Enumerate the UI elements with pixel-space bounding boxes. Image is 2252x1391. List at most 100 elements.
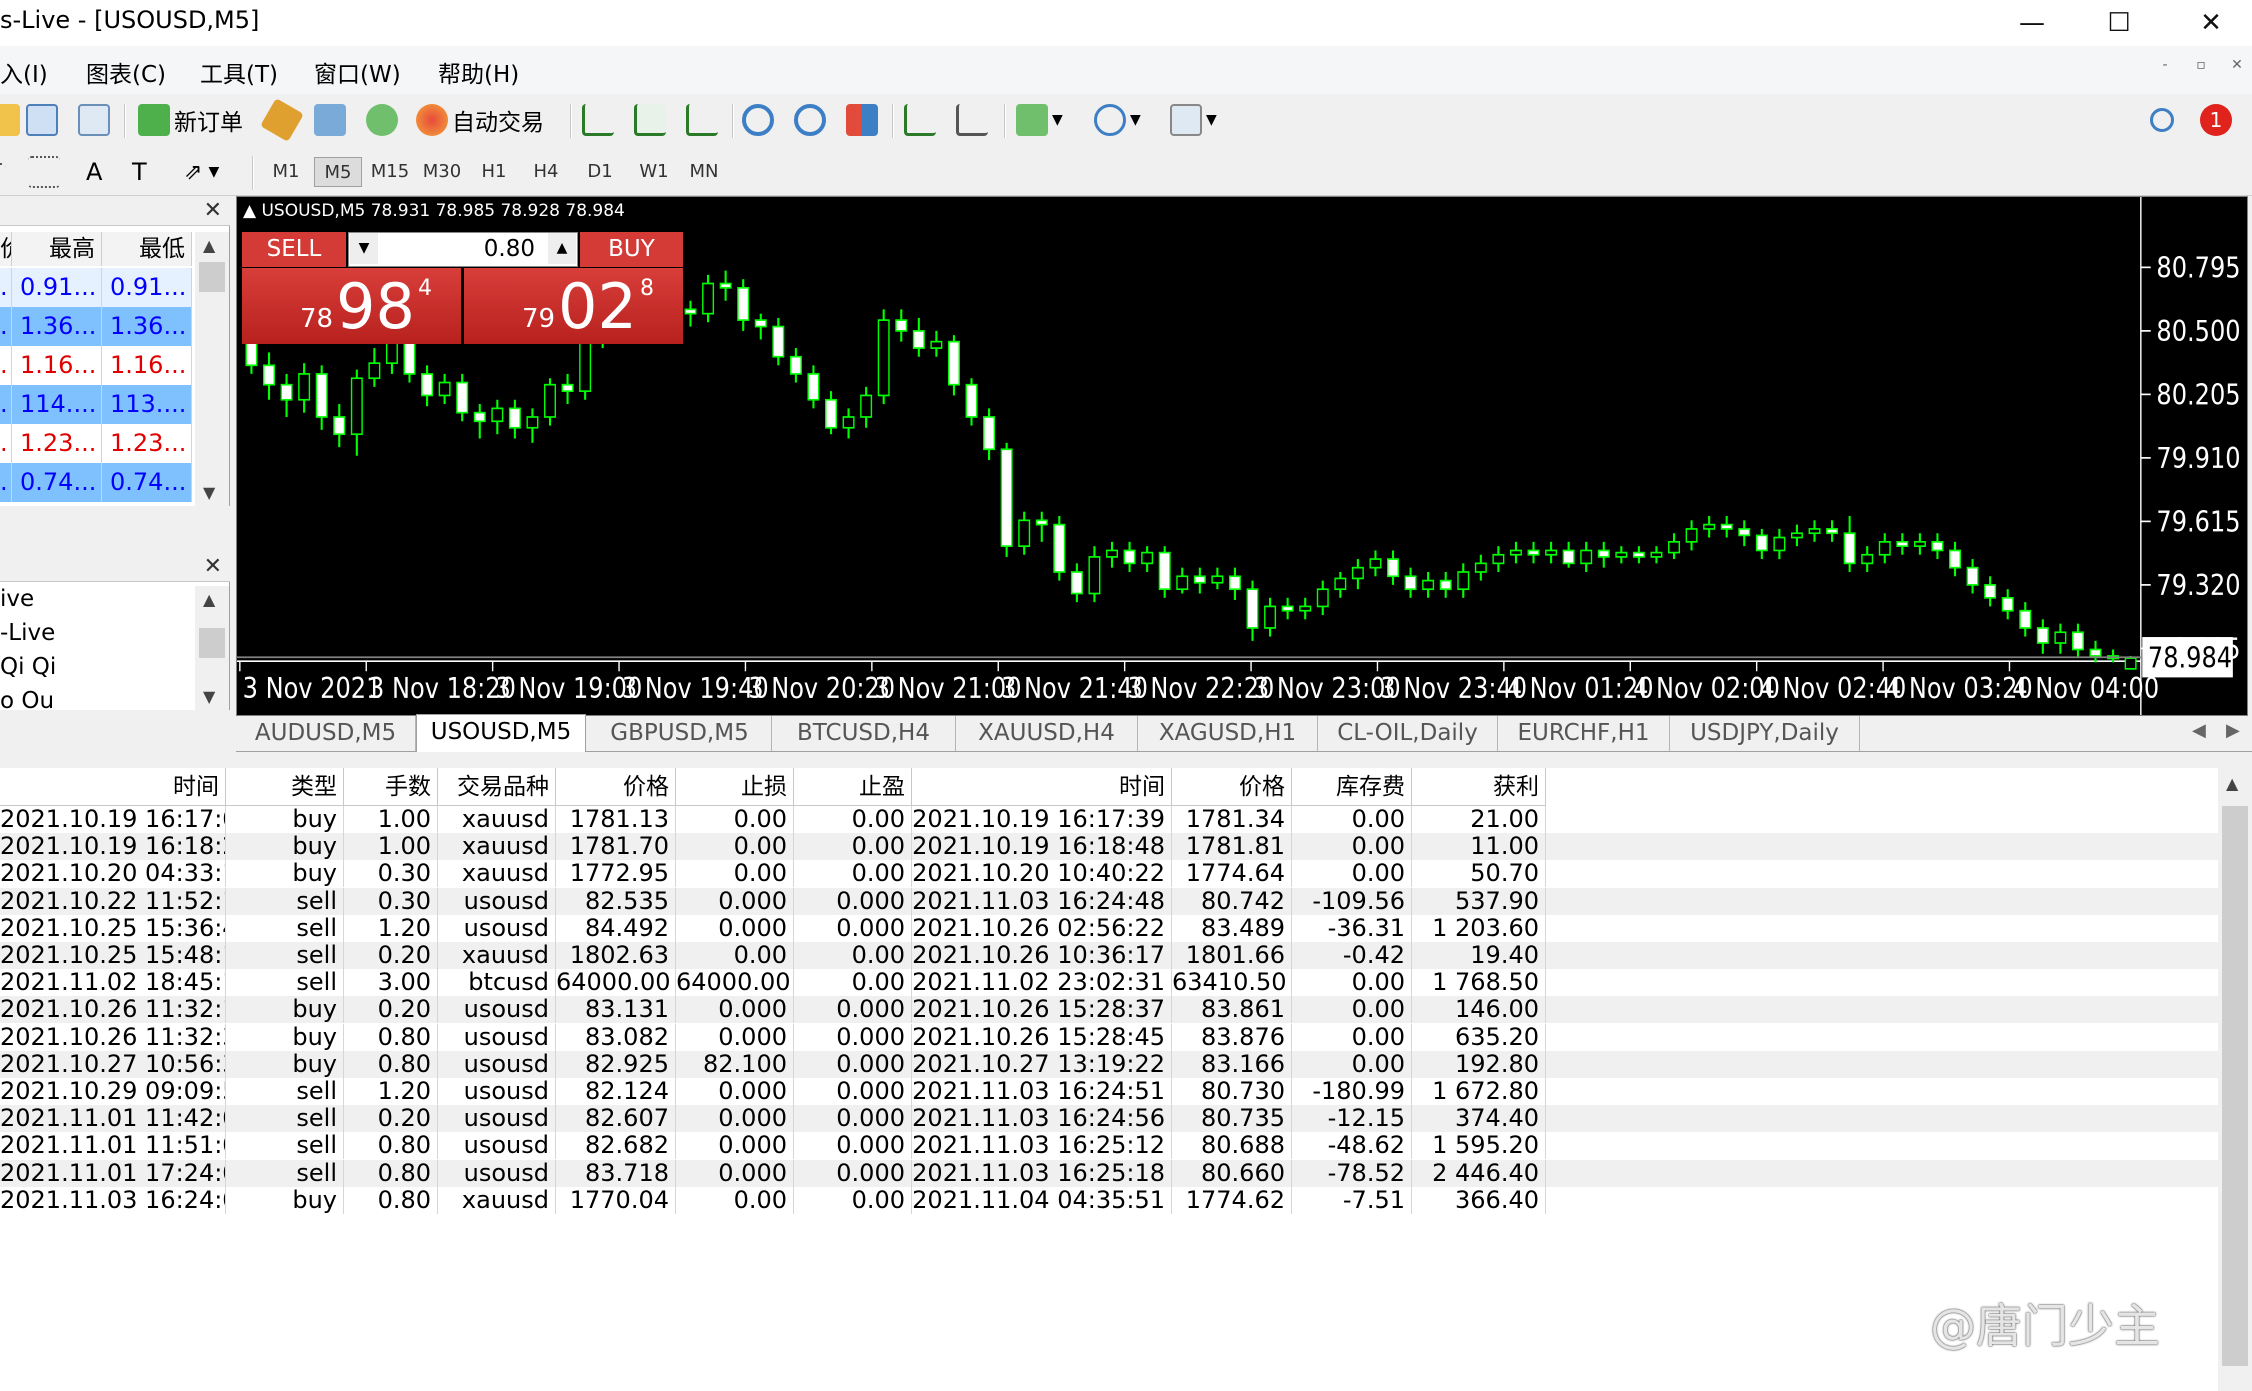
column-header[interactable]: 价格 xyxy=(1172,768,1292,806)
column-header[interactable]: 交易品种 xyxy=(438,768,556,806)
timeframe-m30[interactable]: M30 xyxy=(418,157,466,187)
hline-icon[interactable] xyxy=(0,154,10,190)
data-window-icon[interactable] xyxy=(78,102,114,138)
auto-trading-button[interactable]: 自动交易 xyxy=(416,102,544,138)
buy-button[interactable]: BUY xyxy=(580,232,683,267)
table-row[interactable]: 2021.10.20 04:33:10buy0.30xauusd1772.950… xyxy=(0,860,2218,888)
fibonacci-icon[interactable] xyxy=(28,154,64,190)
timeframe-m15[interactable]: M15 xyxy=(366,157,414,187)
timeframe-m5[interactable]: M5 xyxy=(314,157,362,187)
templates-dropdown[interactable]: ▼ xyxy=(1170,102,1217,138)
menu-help[interactable]: 帮助(H) xyxy=(438,55,519,89)
price-chart[interactable]: 80.79580.50080.20579.91079.61579.32079.0… xyxy=(236,196,2248,716)
table-row[interactable]: 2021.10.27 10:56:39buy0.80usousd82.92582… xyxy=(0,1050,2218,1078)
scroll-thumb[interactable] xyxy=(199,262,225,292)
market-watch-row[interactable]: . 0.91... 0.91... xyxy=(0,268,192,307)
scroll-down-icon[interactable]: ▼ xyxy=(203,483,215,502)
scroll-up-icon[interactable]: ▲ xyxy=(203,590,215,609)
chart-tab[interactable]: BTCUSD,H4 xyxy=(772,716,956,751)
menu-insert[interactable]: 入(I) xyxy=(0,55,48,89)
sell-button[interactable]: SELL xyxy=(242,232,346,267)
column-header[interactable]: 类型 xyxy=(226,768,344,806)
autoscroll-icon[interactable] xyxy=(956,102,992,138)
table-row[interactable]: 2021.11.01 11:42:04sell0.20usousd82.6070… xyxy=(0,1105,2218,1133)
nav-account-item[interactable]: ive xyxy=(0,586,34,612)
search-icon[interactable] xyxy=(2150,102,2178,138)
mdi-restore-button[interactable]: ▫ xyxy=(2186,57,2216,83)
table-row[interactable]: 2021.11.01 11:51:03sell0.80usousd82.6820… xyxy=(0,1132,2218,1160)
close-window-button[interactable]: ✕ xyxy=(2165,0,2252,46)
indicators-dropdown[interactable]: ▼ xyxy=(1016,102,1063,138)
table-row[interactable]: 2021.11.03 16:24:09buy0.80xauusd1770.040… xyxy=(0,1186,2218,1214)
scroll-thumb[interactable] xyxy=(199,628,225,658)
chart-tab[interactable]: CL-OIL,Daily xyxy=(1318,716,1498,751)
chart-shift-icon[interactable] xyxy=(904,102,940,138)
timeframe-h1[interactable]: H1 xyxy=(470,157,518,187)
terminal-icon[interactable] xyxy=(314,102,350,138)
table-row[interactable]: 2021.10.25 15:48:13sell0.20xauusd1802.63… xyxy=(0,942,2218,969)
new-chart-icon[interactable] xyxy=(0,102,24,138)
close-panel-button[interactable]: ✕ xyxy=(204,554,222,579)
close-panel-button[interactable]: ✕ xyxy=(204,198,222,223)
chart-tab[interactable]: XAUUSD,H4 xyxy=(956,716,1138,751)
chart-tab[interactable]: EURCHF,H1 xyxy=(1498,716,1670,751)
table-row[interactable]: 2021.10.19 16:17:07buy1.00xauusd1781.130… xyxy=(0,806,2218,833)
table-scrollbar[interactable]: ▲ xyxy=(2218,768,2252,1391)
chart-tab[interactable]: AUDUSD,M5 xyxy=(236,716,416,751)
market-watch-row[interactable]: . 1.23... 1.23... xyxy=(0,424,192,463)
chart-tab[interactable]: XAGUSD,H1 xyxy=(1138,716,1318,751)
column-header[interactable]: 价格 xyxy=(556,768,676,806)
column-header[interactable]: 止盈 xyxy=(794,768,912,806)
scroll-thumb[interactable] xyxy=(2222,806,2248,1366)
arrows-dropdown[interactable]: ⇗ ▼ xyxy=(184,154,219,190)
timeframe-w1[interactable]: W1 xyxy=(630,157,678,187)
table-row[interactable]: 2021.10.29 09:09:50sell1.20usousd82.1240… xyxy=(0,1078,2218,1105)
market-watch-row[interactable]: . 0.74... 0.74... xyxy=(0,463,192,502)
menu-window[interactable]: 窗口(W) xyxy=(314,55,401,89)
zoom-out-icon[interactable] xyxy=(794,102,830,138)
market-watch-scrollbar[interactable]: ▲ ▼ xyxy=(195,232,229,506)
metaeditor-icon[interactable] xyxy=(260,98,304,142)
scroll-down-icon[interactable]: ▼ xyxy=(203,687,215,706)
sell-price-box[interactable]: 78 98 4 xyxy=(242,268,461,344)
table-row[interactable]: 2021.10.22 11:52:14sell0.30usousd82.5350… xyxy=(0,887,2218,915)
minimize-button[interactable]: — xyxy=(1986,0,2078,46)
notifications-button[interactable]: 1 xyxy=(2200,102,2232,138)
menu-tools[interactable]: 工具(T) xyxy=(200,55,278,89)
navigator-scrollbar[interactable]: ▲ ▼ xyxy=(195,586,229,710)
table-row[interactable]: 2021.11.02 18:45:13sell3.00btcusd64000.0… xyxy=(0,969,2218,997)
column-header[interactable]: 时间 xyxy=(912,768,1172,806)
scroll-up-icon[interactable]: ▲ xyxy=(203,236,215,255)
periods-dropdown[interactable]: ▼ xyxy=(1094,102,1141,138)
table-row[interactable]: 2021.10.26 11:32:30buy0.80usousd83.0820.… xyxy=(0,1023,2218,1051)
column-header[interactable]: 手数 xyxy=(344,768,438,806)
timeframe-h4[interactable]: H4 xyxy=(522,157,570,187)
mw-col-price[interactable]: 价 xyxy=(0,232,12,266)
column-header[interactable]: 止损 xyxy=(676,768,794,806)
text-label-icon[interactable]: T xyxy=(132,154,147,190)
tile-windows-icon[interactable] xyxy=(846,102,882,138)
buy-price-box[interactable]: 79 02 8 xyxy=(464,268,683,344)
timeframe-mn[interactable]: MN xyxy=(680,157,728,187)
timeframe-d1[interactable]: D1 xyxy=(576,157,624,187)
candlestick-icon[interactable] xyxy=(634,102,670,138)
chart-tab-active[interactable]: USOUSD,M5 xyxy=(416,714,586,752)
line-chart-icon[interactable] xyxy=(686,102,722,138)
mdi-close-button[interactable]: ✕ xyxy=(2222,57,2252,83)
tabs-scroll-left-icon[interactable]: ◀ xyxy=(2192,720,2206,741)
strategy-tester-icon[interactable] xyxy=(366,102,402,138)
mw-col-low[interactable]: 最低 xyxy=(102,232,192,266)
nav-account-item[interactable]: o Ou xyxy=(0,688,54,710)
zoom-in-icon[interactable] xyxy=(742,102,778,138)
market-watch-icon[interactable] xyxy=(26,102,62,138)
bar-chart-icon[interactable] xyxy=(582,102,618,138)
mw-col-high[interactable]: 最高 xyxy=(12,232,102,266)
text-icon[interactable]: A xyxy=(86,154,102,190)
nav-account-item[interactable]: Qi Qi xyxy=(0,654,56,680)
menu-charts[interactable]: 图表(C) xyxy=(86,55,166,89)
lot-size-input[interactable]: 0.80 xyxy=(348,232,578,267)
lot-decrease-button[interactable]: ▼ xyxy=(350,233,378,264)
scroll-up-icon[interactable]: ▲ xyxy=(2226,774,2238,793)
mdi-minimize-button[interactable]: - xyxy=(2150,57,2180,83)
maximize-button[interactable]: ☐ xyxy=(2073,0,2165,46)
